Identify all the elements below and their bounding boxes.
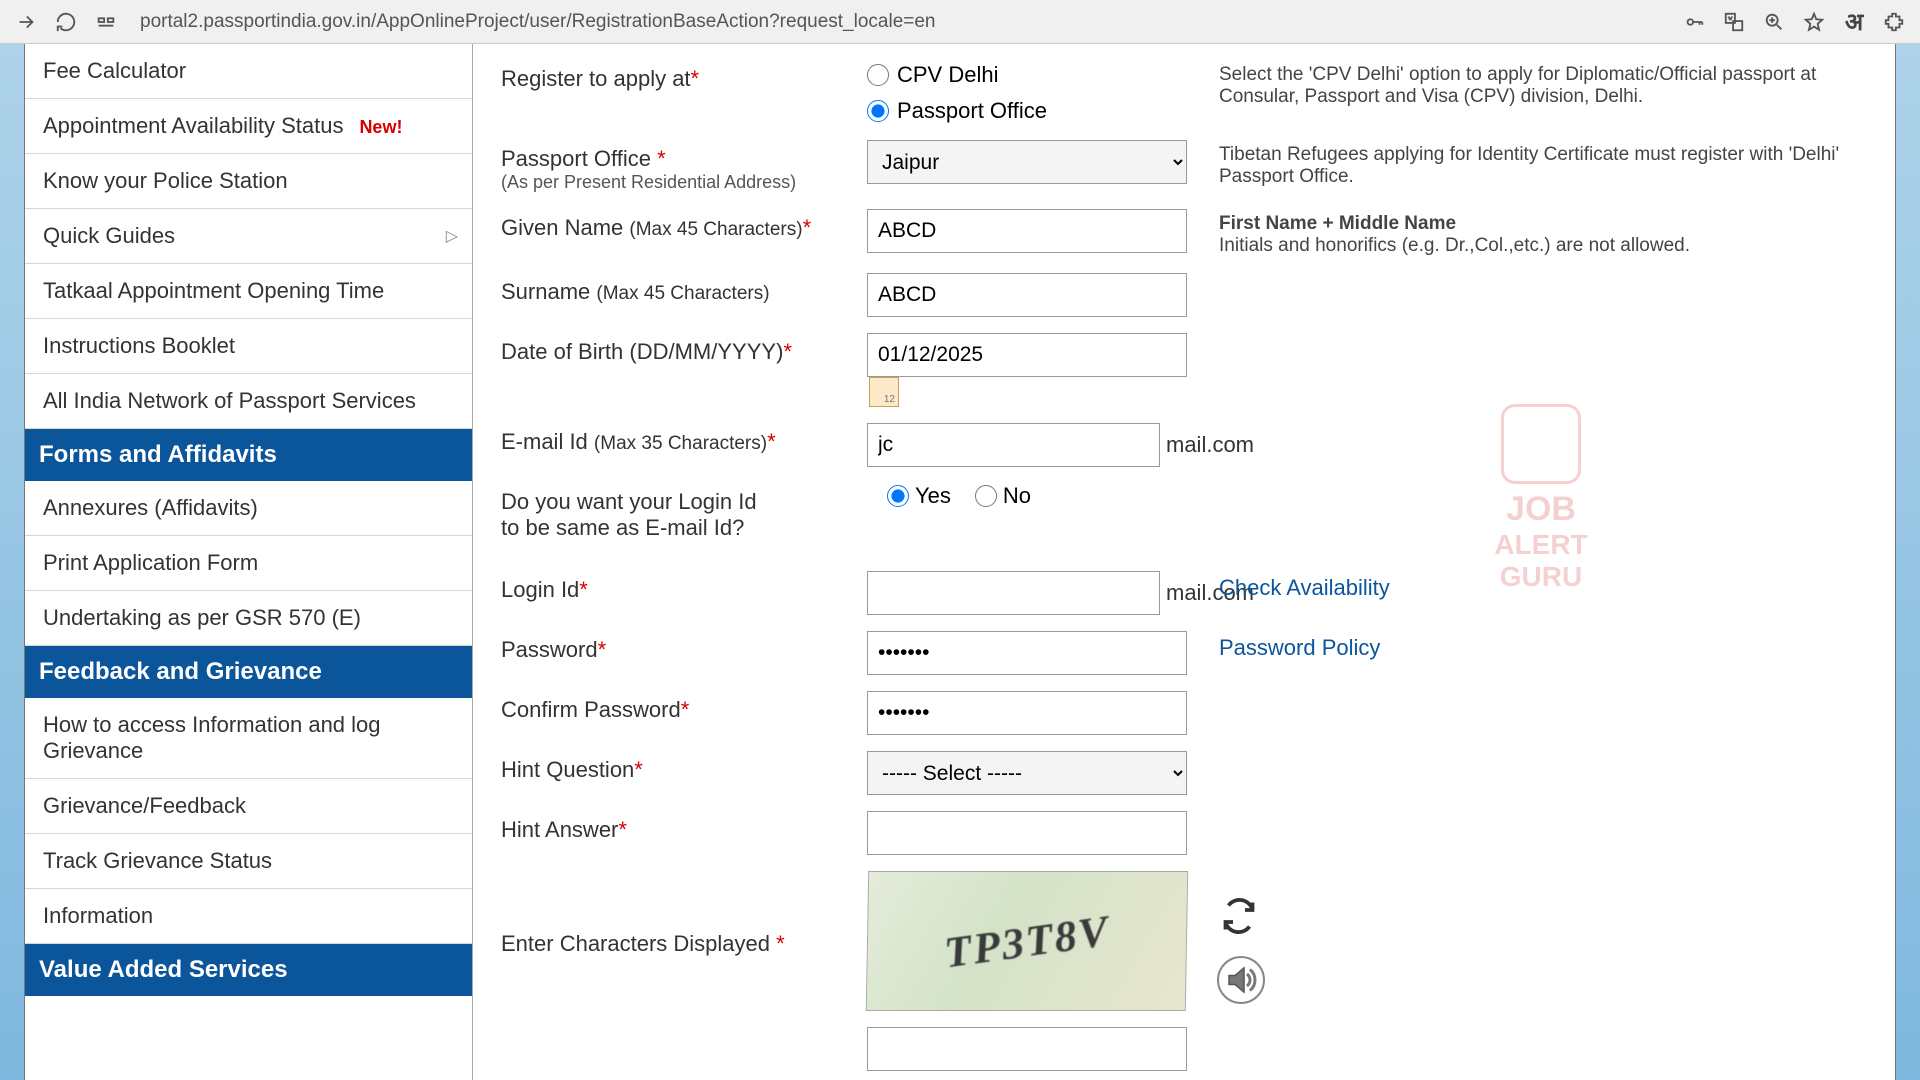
hint-answer-label: Hint Answer* [501,811,867,843]
sidebar-grievance-feedback[interactable]: Grievance/Feedback [25,779,472,834]
given-name-help: First Name + Middle NameInitials and hon… [1207,209,1867,257]
refresh-captcha-icon[interactable] [1217,894,1261,938]
sidebar-header-forms: Forms and Affidavits [25,429,472,481]
sidebar-access-info[interactable]: How to access Information and log Grieva… [25,698,472,779]
confirm-password-input[interactable] [867,691,1187,735]
zoom-icon[interactable] [1760,8,1788,36]
site-info-icon[interactable] [92,8,120,36]
hint-question-select[interactable]: ----- Select ----- [867,751,1187,795]
email-prefix-input[interactable] [867,423,1160,467]
sidebar-police-station[interactable]: Know your Police Station [25,154,472,209]
radio-passport-office[interactable]: Passport Office [867,98,1207,124]
given-name-label: Given Name (Max 45 Characters)* [501,209,867,241]
login-id-input[interactable] [867,571,1160,615]
sidebar-fee-calculator[interactable]: Fee Calculator [25,44,472,99]
captcha-image: TP3T8V [866,871,1188,1011]
radio-sameid-yes[interactable]: Yes [887,483,951,509]
browser-toolbar: portal2.passportindia.gov.in/AppOnlinePr… [0,0,1920,44]
sidebar-print-form[interactable]: Print Application Form [25,536,472,591]
new-badge: New! [359,117,402,137]
password-policy-link[interactable]: Password Policy [1219,635,1380,660]
password-input[interactable] [867,631,1187,675]
email-label: E-mail Id (Max 35 Characters)* [501,423,867,455]
sidebar-annexures[interactable]: Annexures (Affidavits) [25,481,472,536]
sameid-label: Do you want your Login Id to be same as … [501,483,867,541]
hint-answer-input[interactable] [867,811,1187,855]
sidebar-instructions[interactable]: Instructions Booklet [25,319,472,374]
translate-icon[interactable] [1720,8,1748,36]
register-at-label: Register to apply at* [501,60,867,92]
key-icon[interactable] [1680,8,1708,36]
email-suffix: mail.com [1160,432,1264,458]
given-name-input[interactable] [867,209,1187,253]
extension-icon[interactable] [1880,8,1908,36]
sidebar-undertaking[interactable]: Undertaking as per GSR 570 (E) [25,591,472,646]
dob-label: Date of Birth (DD/MM/YYYY)* [501,333,867,365]
register-help: Select the 'CPV Delhi' option to apply f… [1207,60,1867,108]
captcha-label: Enter Characters Displayed * [501,925,867,957]
registration-form: JOB ALERT GURU Register to apply at* CPV… [473,44,1895,1080]
surname-input[interactable] [867,273,1187,317]
audio-captcha-icon[interactable] [1217,956,1265,1004]
sidebar-network[interactable]: All India Network of Passport Services [25,374,472,429]
calendar-icon[interactable] [869,377,899,407]
sidebar-quick-guides[interactable]: Quick Guides [25,209,472,264]
captcha-input[interactable] [867,1027,1187,1071]
sidebar-header-vas: Value Added Services [25,944,472,996]
sidebar-information[interactable]: Information [25,889,472,944]
po-help: Tibetan Refugees applying for Identity C… [1207,140,1867,188]
radio-sameid-no[interactable]: No [975,483,1031,509]
language-indicator[interactable]: अ [1840,8,1868,36]
sidebar-tatkaal[interactable]: Tatkaal Appointment Opening Time [25,264,472,319]
surname-label: Surname (Max 45 Characters) [501,273,867,305]
reload-icon[interactable] [52,8,80,36]
bookmark-star-icon[interactable] [1800,8,1828,36]
hint-question-label: Hint Question* [501,751,867,783]
password-label: Password* [501,631,867,663]
forward-icon[interactable] [12,8,40,36]
sidebar-appointment-status[interactable]: Appointment Availability StatusNew! [25,99,472,154]
confirm-password-label: Confirm Password* [501,691,867,723]
check-availability-link[interactable]: Check Availability [1219,575,1390,600]
dob-input[interactable] [867,333,1187,377]
po-label: Passport Office * (As per Present Reside… [501,140,867,193]
passport-office-select[interactable]: Jaipur [867,140,1187,184]
sidebar-track-grievance[interactable]: Track Grievance Status [25,834,472,889]
login-id-label: Login Id* [501,571,867,603]
radio-cpv-delhi[interactable]: CPV Delhi [867,62,1207,88]
sidebar-header-feedback: Feedback and Grievance [25,646,472,698]
url-bar[interactable]: portal2.passportindia.gov.in/AppOnlinePr… [132,6,1668,38]
sidebar: Fee Calculator Appointment Availability … [25,44,473,1080]
